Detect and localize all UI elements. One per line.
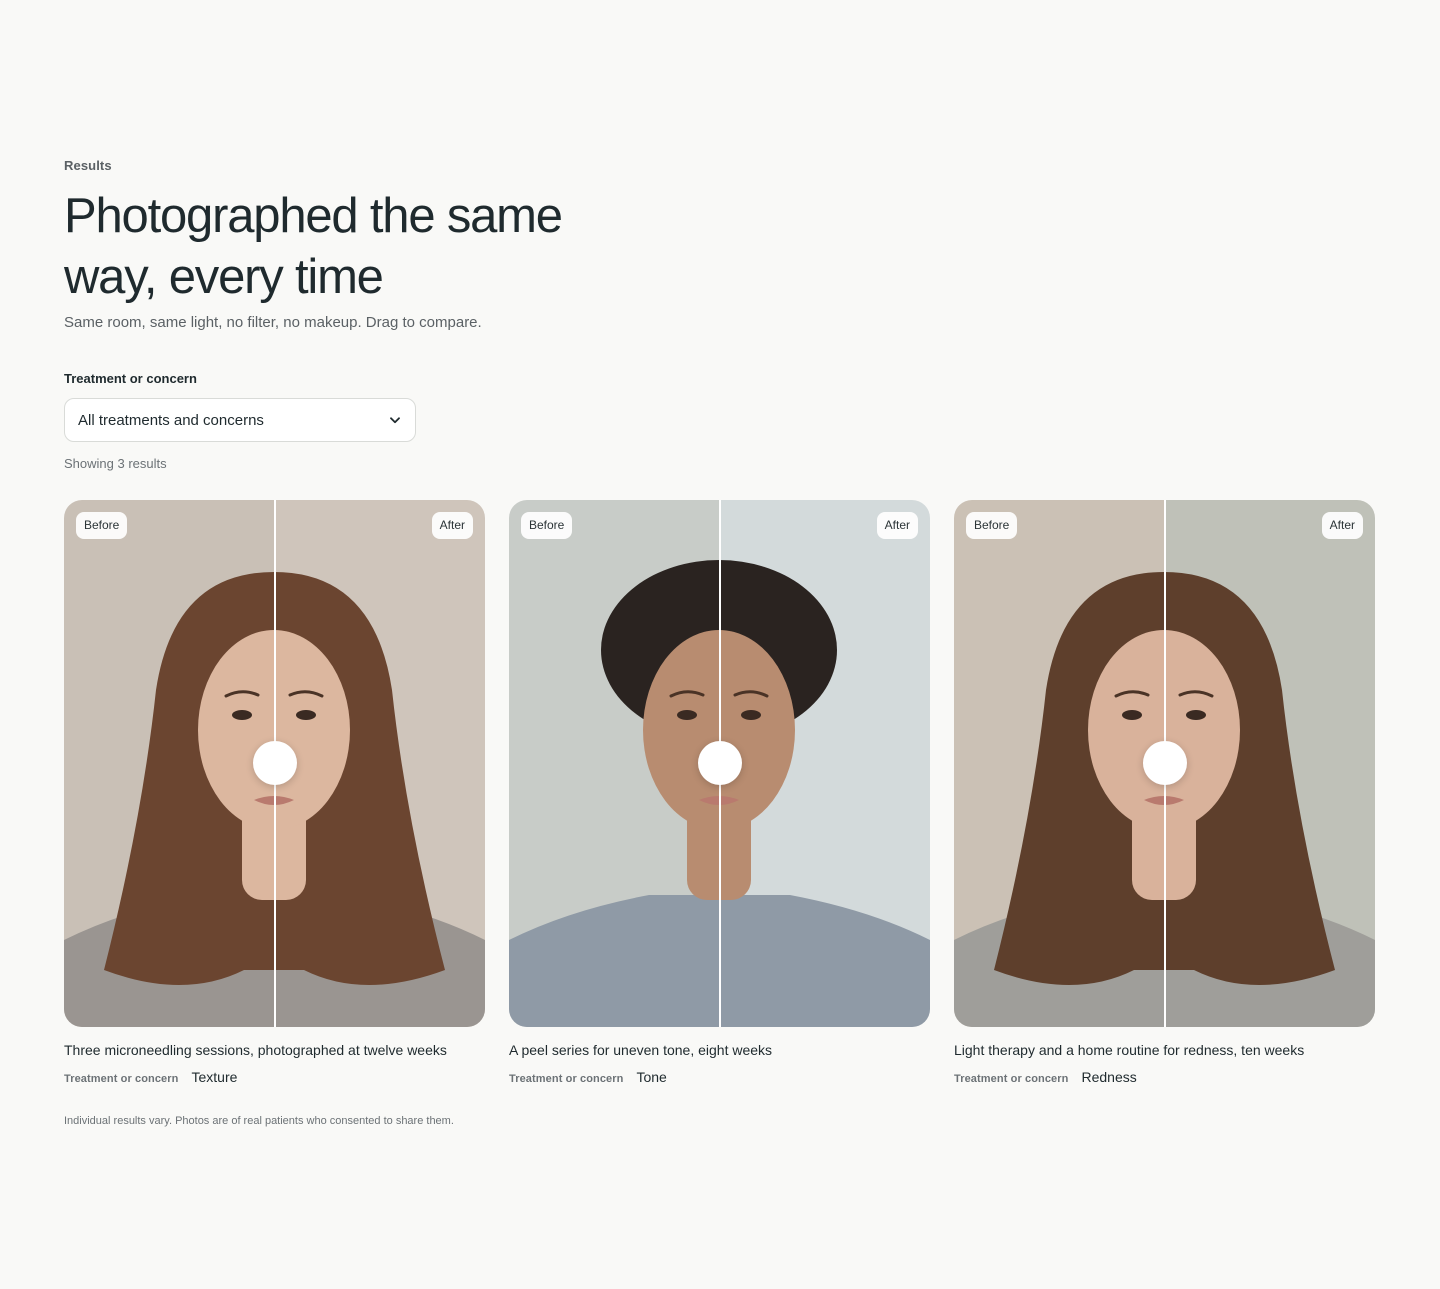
treatment-filter-select[interactable]: All treatments and concerns [64,398,416,442]
compare-slider-handle[interactable] [1142,741,1187,785]
filter-selected-value: All treatments and concerns [78,411,264,429]
meta-value: Redness [1081,1069,1137,1085]
result-meta: Treatment or concern Texture [64,1069,485,1085]
section-eyebrow: Results [64,158,112,173]
filter-label: Treatment or concern [64,371,197,386]
meta-value: Tone [636,1069,667,1085]
page-title: Photographed the same way, every time [64,189,563,304]
before-tag: Before [966,512,1018,539]
results-grid: Before After Three microneedling session… [64,500,1376,1085]
disclaimer-note: Individual results vary. Photos are of r… [64,1115,454,1127]
compare-slider-handle[interactable] [697,741,742,785]
meta-label: Treatment or concern [509,1073,624,1085]
before-tag: Before [521,512,573,539]
after-tag: After [431,512,473,539]
after-tag: After [876,512,918,539]
result-card: Before After A peel series for uneven to… [509,500,930,1085]
result-caption: Light therapy and a home routine for red… [954,1042,1305,1058]
chevron-down-icon [389,414,401,426]
result-caption: Three microneedling sessions, photograph… [64,1042,447,1058]
before-tag: Before [76,512,128,539]
compare-slider-handle[interactable] [252,741,297,785]
before-after-compare[interactable]: Before After [509,500,930,1027]
result-card: Before After Light therapy and a home ro… [954,500,1375,1085]
result-meta: Treatment or concern Tone [509,1069,930,1085]
meta-value: Texture [191,1069,238,1085]
result-meta: Treatment or concern Redness [954,1069,1375,1085]
meta-label: Treatment or concern [64,1073,179,1085]
after-tag: After [1321,512,1363,539]
before-after-compare[interactable]: Before After [954,500,1375,1027]
result-card: Before After Three microneedling session… [64,500,485,1085]
before-after-compare[interactable]: Before After [64,500,485,1027]
meta-label: Treatment or concern [954,1073,1069,1085]
results-count: Showing 3 results [64,456,167,471]
section-subtitle: Same room, same light, no filter, no mak… [64,314,482,331]
result-caption: A peel series for uneven tone, eight wee… [509,1042,773,1058]
